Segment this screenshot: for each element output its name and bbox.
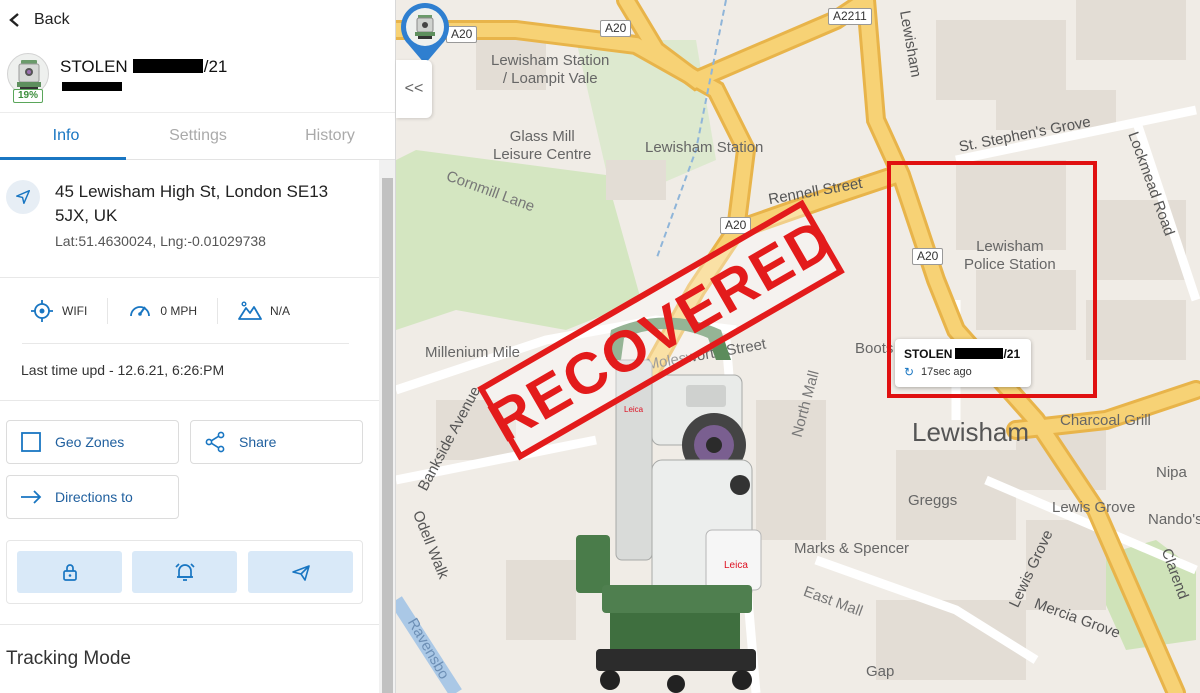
- scrollbar-thumb[interactable]: [382, 178, 393, 693]
- map-label-marks-spencer: Marks & Spencer: [794, 540, 910, 557]
- back-label: Back: [34, 11, 70, 28]
- divider: [0, 277, 379, 278]
- divider: [0, 400, 379, 401]
- speedometer-icon: [130, 306, 151, 317]
- device-stats: WIFI 0 MPH N/A: [30, 296, 360, 326]
- device-sidebar: Back 19% STOLEN/21 Info Settings History…: [0, 0, 396, 693]
- stat-altitude: N/A: [238, 299, 290, 323]
- stat-altitude-label: N/A: [270, 304, 291, 318]
- share-label: Share: [239, 434, 277, 450]
- redaction-bar-subtitle: [62, 82, 122, 91]
- battery-level-badge: 19%: [13, 89, 43, 103]
- back-button[interactable]: Back: [8, 9, 70, 31]
- map-label-charcoal-grill: Charcoal Grill: [1060, 412, 1151, 429]
- device-address: 45 Lewisham High St, London SE13 5JX, UK: [55, 182, 329, 225]
- device-title-suffix: /21: [203, 57, 228, 76]
- chevron-left-icon: [9, 13, 19, 27]
- stat-speed-label: 0 MPH: [160, 304, 198, 318]
- share-button[interactable]: Share: [190, 420, 363, 464]
- device-header: 19% STOLEN/21: [6, 52, 386, 108]
- road-badge: A20: [600, 20, 632, 37]
- divider: [22, 343, 349, 344]
- map-label-nandos: Nando's: [1148, 511, 1200, 528]
- map-label-greggs: Greggs: [908, 492, 958, 509]
- divider: [107, 298, 109, 324]
- map-label-glass-mill: Glass Mill Leisure Centre: [493, 128, 592, 163]
- map-label-lewisham-station: Lewisham Station: [645, 139, 764, 156]
- map-town-label: Lewisham: [912, 417, 1030, 447]
- device-coordinates: Lat:51.4630024, Lng:-0.01029738: [55, 233, 266, 249]
- lock-button[interactable]: [17, 551, 122, 593]
- collapse-sidebar-button[interactable]: <<: [396, 60, 432, 118]
- tracking-mode-heading: Tracking Mode: [6, 648, 131, 669]
- airplane-mode-button[interactable]: [248, 551, 353, 593]
- map-label-millenium: Millenium Mile: [425, 344, 521, 361]
- marker-title-suffix: /21: [1003, 347, 1021, 361]
- marker-title: STOLEN/21: [904, 347, 1020, 361]
- geo-zones-button[interactable]: Geo Zones: [6, 420, 179, 464]
- directions-button[interactable]: Directions to: [6, 475, 179, 519]
- svg-text:Leica: Leica: [624, 405, 644, 414]
- mountain-icon: [238, 301, 262, 320]
- square-icon: [21, 432, 41, 452]
- device-marker-popup[interactable]: STOLEN/21 ↻ 17sec ago: [895, 339, 1031, 387]
- device-title-prefix: STOLEN: [60, 57, 128, 76]
- sidebar-scrollbar[interactable]: [379, 160, 395, 693]
- road-badge: A2211: [828, 8, 872, 25]
- directions-label: Directions to: [55, 489, 133, 505]
- gps-target-icon: [31, 300, 53, 322]
- map-label-lewis-grove-shop: Lewis Grove: [1052, 499, 1136, 516]
- divider: [217, 298, 219, 324]
- alarm-bell-icon: [174, 563, 195, 581]
- marker-title-prefix: STOLEN: [904, 347, 953, 361]
- stat-speed: 0 MPH: [128, 299, 197, 323]
- lock-icon: [62, 564, 77, 581]
- refresh-icon[interactable]: ↻: [904, 365, 914, 379]
- device-title: STOLEN/21: [60, 57, 227, 77]
- map-label-gap: Gap: [866, 663, 895, 680]
- tab-info[interactable]: Info: [0, 113, 132, 159]
- redaction-bar: [132, 59, 203, 73]
- marker-last-update: 17sec ago: [921, 366, 972, 378]
- map-label-lewisham-station-dlr: Lewisham Station / Loampit Vale: [491, 52, 610, 87]
- tab-history[interactable]: History: [264, 113, 395, 159]
- svg-text:Leica: Leica: [724, 560, 748, 571]
- location-arrow-icon: [6, 180, 40, 214]
- geo-zones-label: Geo Zones: [55, 434, 125, 450]
- map-label-nipa: Nipa: [1156, 464, 1187, 481]
- last-update-text: Last time upd - 12.6.21, 6:26:PM: [21, 362, 225, 378]
- share-icon: [205, 431, 225, 453]
- map-view[interactable]: Lewisham Station / Loampit Vale Glass Mil…: [396, 0, 1200, 693]
- stat-connection-label: WIFI: [62, 304, 88, 318]
- divider: [0, 624, 379, 625]
- stat-connection: WIFI: [30, 299, 87, 323]
- device-map-pin[interactable]: [396, 0, 454, 66]
- airplane-icon: [291, 565, 310, 581]
- tab-settings[interactable]: Settings: [132, 113, 264, 159]
- device-tabs: Info Settings History: [0, 112, 395, 160]
- active-tab-indicator: [0, 157, 126, 160]
- redaction-bar: [955, 348, 1004, 359]
- device-avatar: 19%: [6, 52, 50, 104]
- arrow-right-icon: [21, 490, 42, 504]
- alarm-button[interactable]: [132, 551, 237, 593]
